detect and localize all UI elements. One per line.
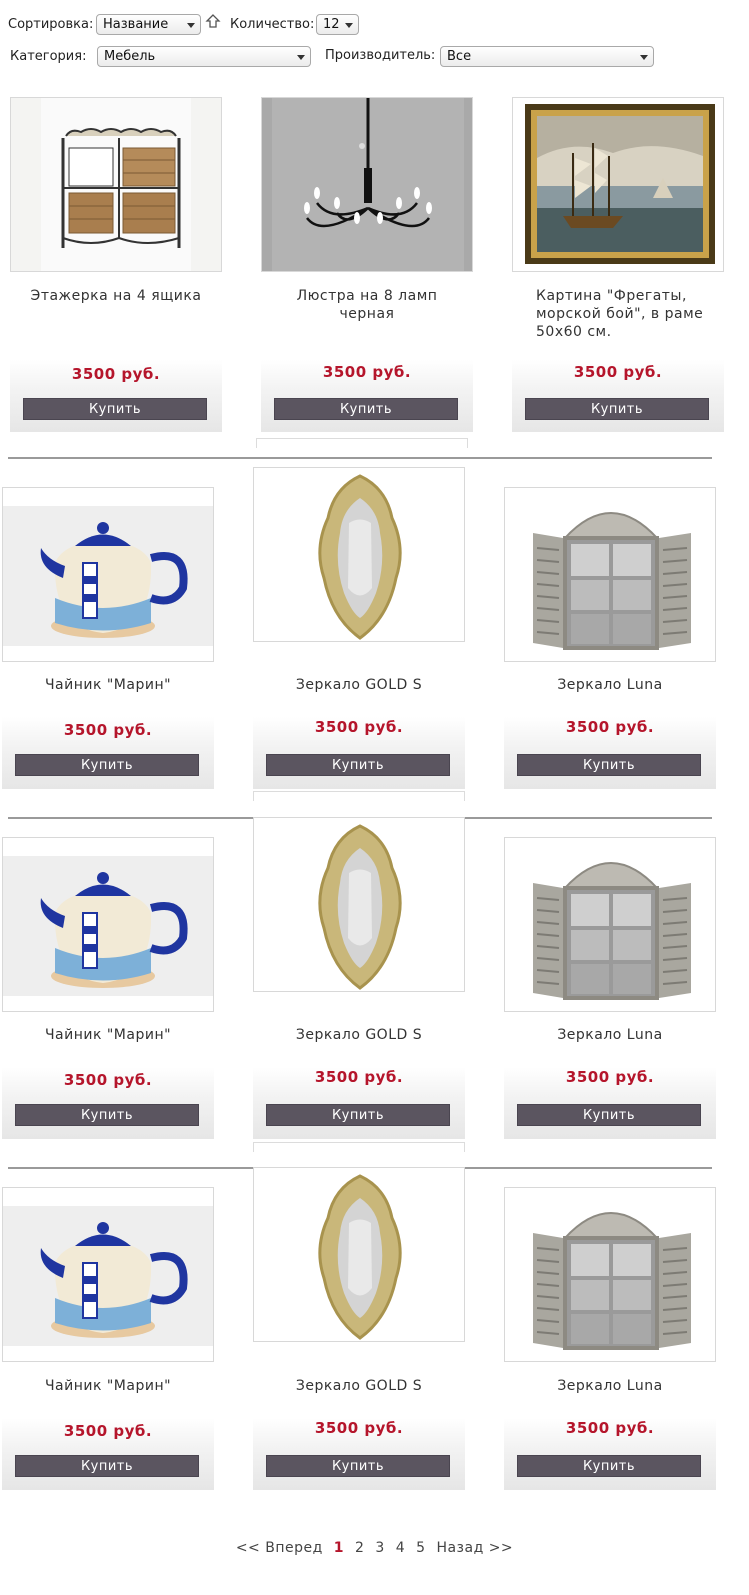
page-link-5[interactable]: 5 [416, 1540, 425, 1556]
window-mirror-image [505, 488, 715, 661]
product-price: 3500 руб. [63, 1071, 153, 1089]
buy-button[interactable]: Купить [266, 1104, 450, 1126]
maker-select[interactable]: Все [440, 46, 654, 67]
sort-select-value: Название [103, 17, 169, 32]
product-name-link[interactable]: Зеркало GOLD S [261, 1026, 457, 1044]
product-name-link[interactable]: Зеркало Luna [512, 1377, 708, 1395]
buy-button[interactable]: Купить [274, 398, 458, 420]
product-price: 3500 руб. [573, 363, 663, 381]
product-image-link[interactable] [253, 467, 465, 642]
mirror-image [254, 468, 464, 641]
teapot-image [3, 488, 213, 661]
page-link-3[interactable]: 3 [375, 1540, 384, 1556]
product-name-link[interactable]: Этажерка на 4 ящика [18, 287, 214, 305]
count-select[interactable]: 12 [316, 14, 359, 35]
count-label: Количество: [230, 17, 315, 32]
page-link-1[interactable]: 1 [334, 1540, 344, 1556]
page-link-4[interactable]: 4 [396, 1540, 405, 1556]
product-name-link[interactable]: Чайник "Марин" [10, 1026, 206, 1044]
product-price: 3500 руб. [71, 365, 161, 383]
pagination-next-link[interactable]: Назад >> [436, 1540, 513, 1556]
buy-button[interactable]: Купить [15, 754, 199, 776]
product-image-link[interactable] [253, 1167, 465, 1342]
product-image-link[interactable] [261, 97, 473, 272]
painting-image [513, 98, 723, 271]
product-image-link[interactable] [10, 97, 222, 272]
product-image-link[interactable] [2, 487, 214, 662]
product-image-link[interactable] [512, 97, 724, 272]
window-mirror-image [505, 1188, 715, 1361]
product-name-link[interactable]: Чайник "Марин" [10, 676, 206, 694]
product-name-link[interactable]: Чайник "Марин" [10, 1377, 206, 1395]
product-name-link[interactable]: Зеркало Luna [512, 676, 708, 694]
mirror-image [254, 1168, 464, 1341]
product-image-link[interactable] [2, 837, 214, 1012]
product-image-link[interactable] [253, 817, 465, 992]
product-image-link[interactable] [504, 837, 716, 1012]
category-select-value: Мебель [104, 49, 156, 64]
product-name-link[interactable]: Зеркало Luna [512, 1026, 708, 1044]
sort-select[interactable]: Название [96, 14, 201, 35]
sort-label: Сортировка: [8, 17, 94, 32]
mirror-image [254, 818, 464, 991]
teapot-image [3, 1188, 213, 1361]
buy-button[interactable]: Купить [517, 754, 701, 776]
buy-button[interactable]: Купить [517, 1455, 701, 1477]
page-link-2[interactable]: 2 [355, 1540, 364, 1556]
product-price: 3500 руб. [565, 718, 655, 736]
product-name-link[interactable]: Зеркало GOLD S [261, 1377, 457, 1395]
product-price: 3500 руб. [63, 721, 153, 739]
product-price: 3500 руб. [314, 1068, 404, 1086]
chevron-down-icon [640, 55, 648, 60]
product-price: 3500 руб. [322, 363, 412, 381]
count-select-value: 12 [323, 17, 340, 32]
buy-button[interactable]: Купить [266, 754, 450, 776]
window-mirror-image [505, 838, 715, 1011]
buy-button[interactable]: Купить [15, 1104, 199, 1126]
filter-bar: Сортировка: Название Количество: 12 Кате… [0, 0, 749, 80]
product-price: 3500 руб. [63, 1422, 153, 1440]
product-name-link[interactable]: Картина "Фрегаты, морской бой", в раме 5… [536, 287, 716, 341]
buy-button[interactable]: Купить [517, 1104, 701, 1126]
chevron-down-icon [345, 23, 353, 28]
pagination-prev-link[interactable]: << Вперед [236, 1540, 323, 1556]
product-image-link[interactable] [504, 1187, 716, 1362]
row-separator [8, 457, 712, 459]
product-price: 3500 руб. [314, 718, 404, 736]
chevron-down-icon [187, 23, 195, 28]
buy-button[interactable]: Купить [266, 1455, 450, 1477]
sort-direction-icon[interactable] [205, 13, 221, 31]
shelf-image [11, 98, 221, 271]
product-image-link[interactable] [504, 487, 716, 662]
pagination: << Вперед 1 2 3 4 5 Назад >> [0, 1540, 749, 1556]
product-price: 3500 руб. [565, 1419, 655, 1437]
teapot-image [3, 838, 213, 1011]
maker-select-value: Все [447, 49, 472, 64]
card-outline [253, 791, 465, 801]
maker-label: Производитель: [325, 48, 436, 63]
card-outline [253, 1142, 465, 1152]
buy-button[interactable]: Купить [15, 1455, 199, 1477]
chandelier-image [262, 98, 472, 271]
chevron-down-icon [297, 55, 305, 60]
card-outline [256, 438, 468, 448]
category-label: Категория: [10, 49, 87, 64]
category-select[interactable]: Мебель [97, 46, 311, 67]
product-price: 3500 руб. [314, 1419, 404, 1437]
product-image-link[interactable] [2, 1187, 214, 1362]
buy-button[interactable]: Купить [525, 398, 709, 420]
product-name-link[interactable]: Зеркало GOLD S [261, 676, 457, 694]
buy-button[interactable]: Купить [23, 398, 207, 420]
product-price: 3500 руб. [565, 1068, 655, 1086]
product-name-link[interactable]: Люстра на 8 ламп черная [269, 287, 465, 323]
